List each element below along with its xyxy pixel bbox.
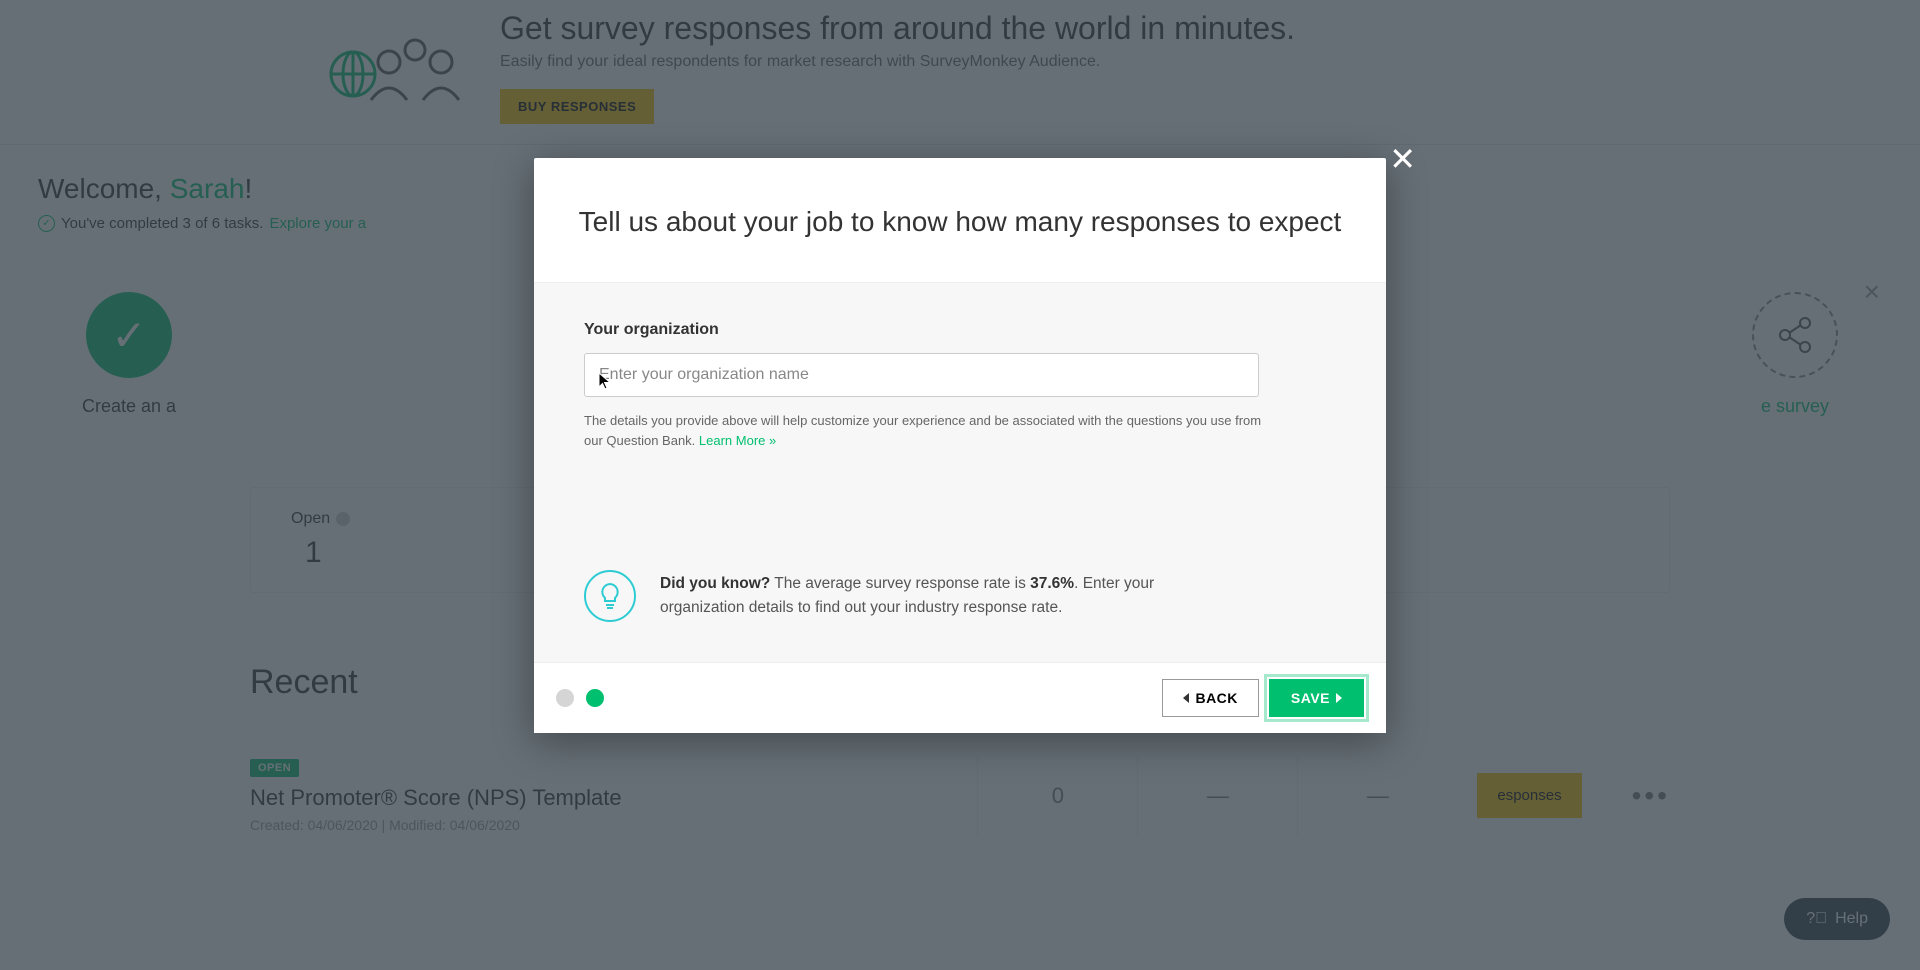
save-button[interactable]: SAVE (1269, 679, 1364, 717)
did-you-know-text: Did you know? The average survey respons… (660, 572, 1240, 620)
step-dot-1[interactable] (556, 689, 574, 707)
step-indicator (556, 689, 604, 707)
step-dot-2[interactable] (586, 689, 604, 707)
chevron-right-icon (1336, 693, 1342, 703)
dyk-mid1: The average survey response rate is (770, 575, 1030, 592)
org-label: Your organization (584, 321, 1336, 339)
learn-more-link[interactable]: Learn More » (699, 433, 776, 448)
dyk-label: Did you know? (660, 575, 770, 592)
lightbulb-icon (584, 570, 636, 622)
modal-title: Tell us about your job to know how many … (574, 206, 1346, 238)
save-label: SAVE (1291, 690, 1330, 706)
modal-overlay[interactable]: ✕ Tell us about your job to know how man… (0, 0, 1920, 970)
organization-input[interactable] (584, 353, 1259, 397)
back-button[interactable]: BACK (1162, 679, 1258, 717)
back-label: BACK (1195, 690, 1237, 706)
job-info-modal: Tell us about your job to know how many … (534, 158, 1386, 733)
helper-text-body: The details you provide above will help … (584, 413, 1261, 448)
helper-text: The details you provide above will help … (584, 411, 1264, 450)
dyk-pct: 37.6% (1030, 575, 1074, 592)
modal-close-icon[interactable]: ✕ (1389, 140, 1416, 178)
chevron-left-icon (1183, 693, 1189, 703)
